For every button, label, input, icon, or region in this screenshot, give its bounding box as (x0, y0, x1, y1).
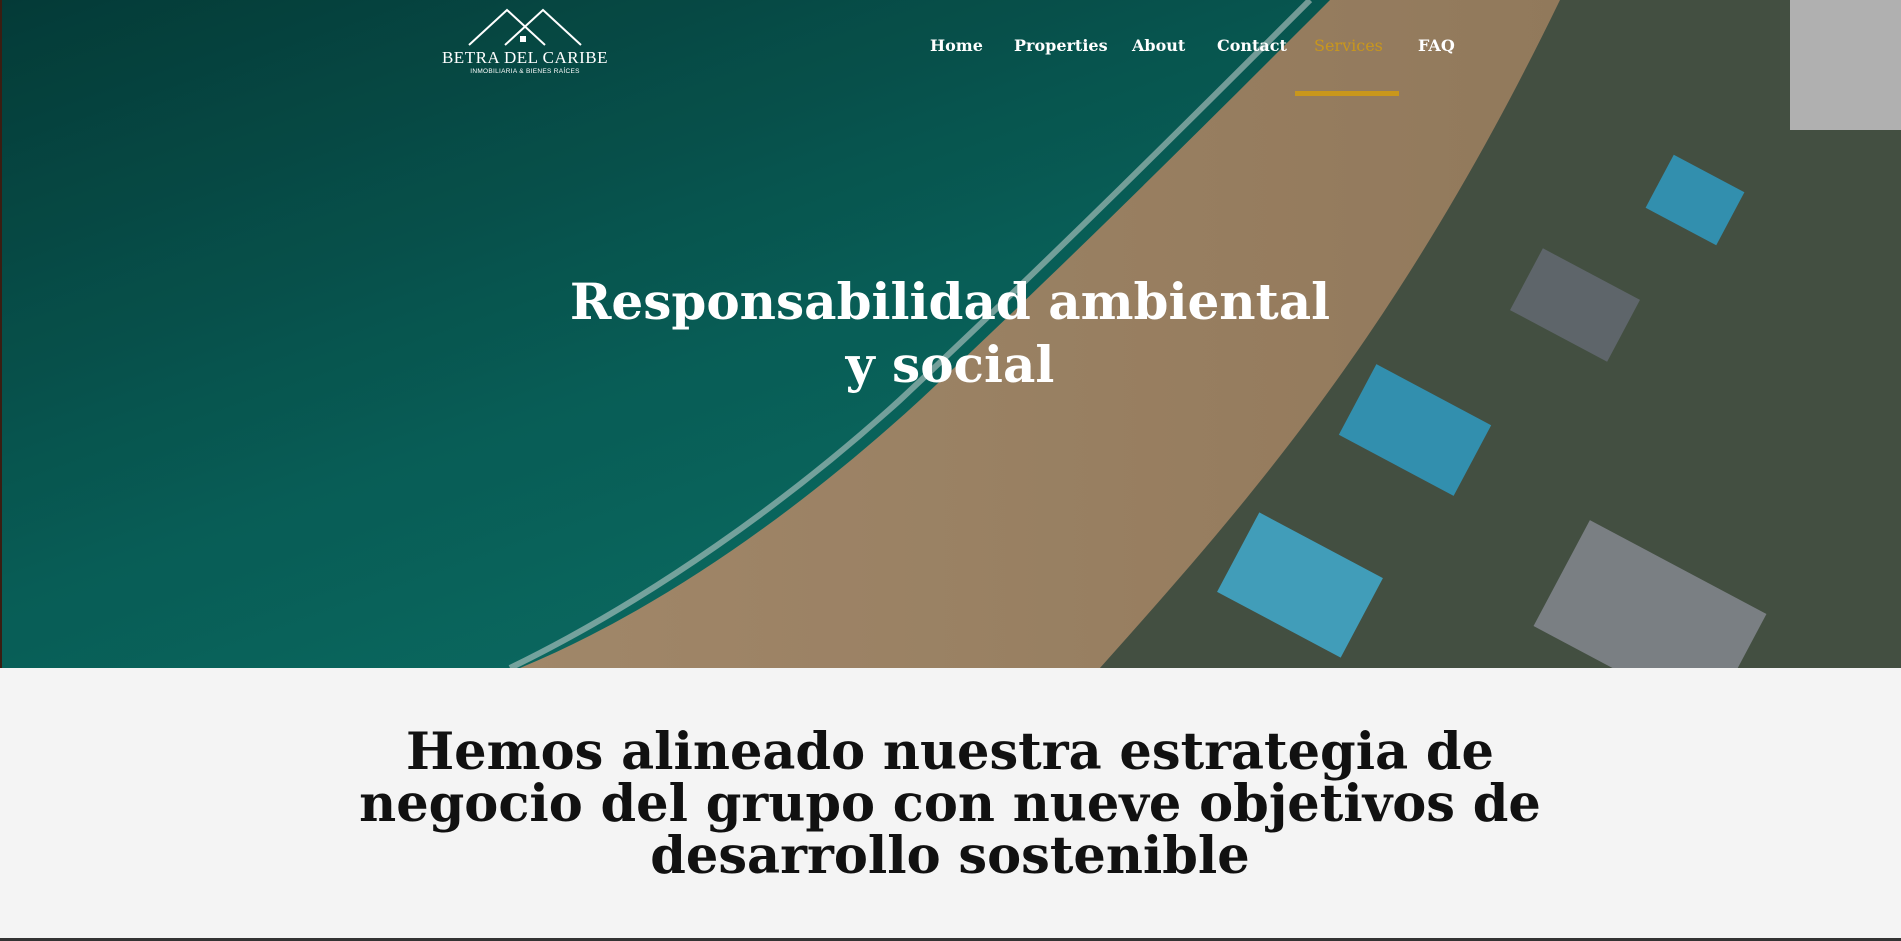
hero-section: BETRA DEL CARIBE INMOBILIARIA & BIENES R… (0, 0, 1901, 668)
brand-logo[interactable]: BETRA DEL CARIBE INMOBILIARIA & BIENES R… (440, 8, 610, 80)
nav-active-indicator (1295, 91, 1399, 96)
house-roofs-icon (468, 8, 582, 46)
nav-services[interactable]: Services (1314, 36, 1383, 55)
nav-properties[interactable]: Properties (1014, 36, 1108, 55)
section-title: Hemos alineado nuestra estrategia de neg… (359, 722, 1541, 886)
nav-about[interactable]: About (1132, 36, 1185, 55)
brand-name: BETRA DEL CARIBE (441, 48, 609, 67)
nav-home[interactable]: Home (930, 36, 983, 55)
nav-contact[interactable]: Contact (1217, 36, 1287, 55)
left-edge-line (0, 0, 2, 668)
hero-title: Responsabilidad ambiental y social (569, 272, 1331, 394)
nav-faq[interactable]: FAQ (1418, 36, 1455, 55)
brand-tagline: INMOBILIARIA & BIENES RAÍCES (470, 68, 580, 75)
